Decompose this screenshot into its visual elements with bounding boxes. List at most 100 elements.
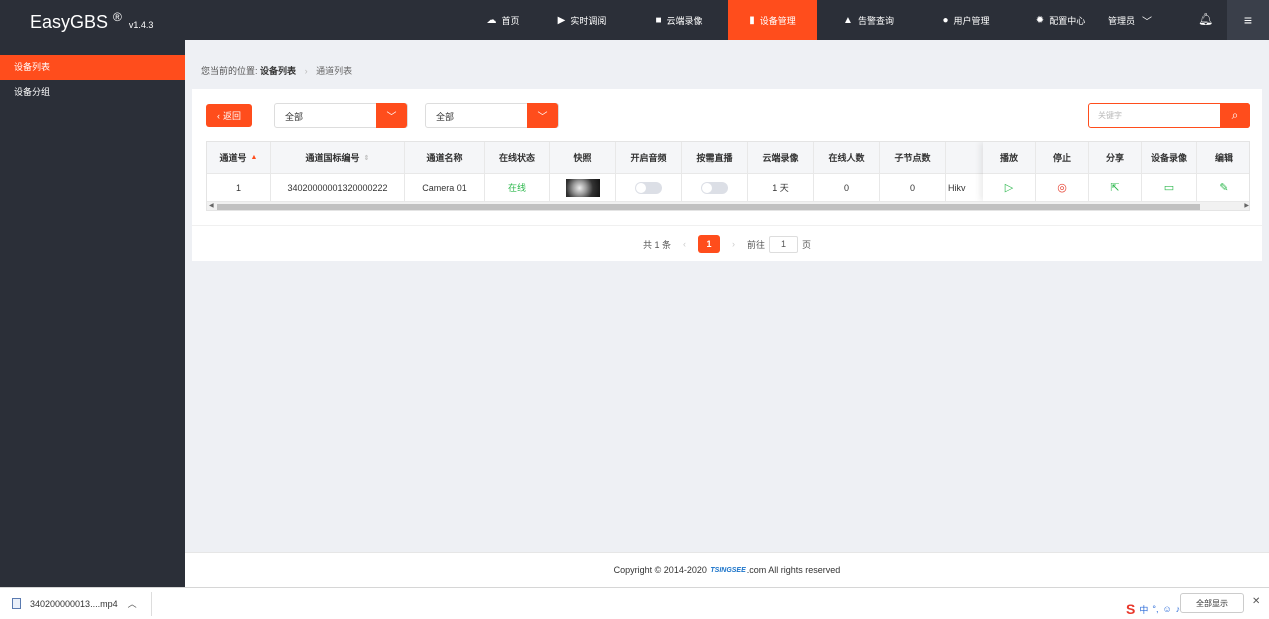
user-menu[interactable]: 管理员 ﹀ <box>1108 0 1152 40</box>
col-header-on-demand: 按需直播 <box>682 142 748 173</box>
nav-item-4[interactable]: ▲ 告警查询 <box>817 0 920 40</box>
breadcrumb-current[interactable]: 设备列表 <box>260 66 296 76</box>
nav-item-label: 配置中心 <box>1049 15 1086 26</box>
nav-item-0[interactable]: ☁ 首页 <box>472 0 534 40</box>
main-nav: ☁ 首页 ▶ 实时调阅 ■ 云端录像 ▮ 设备管理 ▲ 告警查询 ● 用户管理 ✹ 配置中心 <box>472 0 1109 40</box>
fixed-body-row: ▷ ◎ ⇱ ▭ ✎ <box>983 173 1249 201</box>
goto-page-input[interactable]: 1 <box>769 235 798 253</box>
chevron-down-icon[interactable]: ﹀ <box>527 103 558 128</box>
close-icon[interactable]: ✕ <box>1252 596 1260 607</box>
col-header-online-users: 在线人数 <box>814 142 880 173</box>
col-header-audio: 开启音频 <box>616 142 682 173</box>
footer-brand-logo[interactable]: TSINGSEE <box>710 567 745 574</box>
video-file-icon <box>12 598 21 609</box>
horizontal-scrollbar[interactable]: ◀ ▶ <box>207 201 1249 210</box>
video-record-icon[interactable]: ▭ <box>1164 181 1174 194</box>
col-header-cloud-record: 云端录像 <box>748 142 814 173</box>
nav-item-6[interactable]: ✹ 配置中心 <box>1012 0 1109 40</box>
sidebar-item-device-group[interactable]: 设备分组 <box>0 80 185 105</box>
emoji-icon[interactable]: ☺ <box>1162 604 1171 614</box>
top-header: EasyGBS ® v1.4.3 ☁ 首页 ▶ 实时调阅 ■ 云端录像 ▮ 设备管理 ▲ 告警查询… <box>0 0 1269 40</box>
search-input[interactable]: 关键字 ⌕ <box>1088 103 1250 128</box>
col-header-label: 通道号 <box>219 153 247 163</box>
col-header-channel-no[interactable]: 通道号 ▲ <box>207 142 271 173</box>
chevron-down-icon[interactable]: ﹀ <box>376 103 407 128</box>
cell-child-nodes: 0 <box>880 174 946 201</box>
cell-share: ⇱ <box>1089 174 1142 201</box>
video-camera-icon: ■ <box>655 14 662 26</box>
chevron-left-icon: ‹ <box>216 110 220 121</box>
nav-item-3[interactable]: ▮ 设备管理 <box>728 0 817 40</box>
app-name: EasyGBS <box>30 12 109 32</box>
punctuation-icon[interactable]: °, <box>1152 604 1158 614</box>
cell-status: 在线 <box>485 174 550 201</box>
cell-audio <box>616 174 682 201</box>
page-footer: Copyright © 2014-2020 TSINGSEE .com All r… <box>185 552 1269 587</box>
user-name: 管理员 <box>1108 15 1136 26</box>
ime-mode-label[interactable]: 中 <box>1139 603 1148 616</box>
cell-channel-no: 1 <box>207 174 271 201</box>
breadcrumb: 您当前的位置: 设备列表 › 通道列表 <box>201 64 352 77</box>
search-icon[interactable]: ⌕ <box>1220 103 1250 128</box>
pagination-total: 共 1 条 <box>642 239 671 250</box>
next-page-icon[interactable]: › <box>732 239 735 249</box>
nav-item-5[interactable]: ● 用户管理 <box>920 0 1012 40</box>
sort-icon[interactable]: ▲ <box>251 154 258 161</box>
nav-item-label: 云端录像 <box>666 15 703 26</box>
sort-icon[interactable]: ⇕ <box>364 154 370 162</box>
scroll-left-icon[interactable]: ◀ <box>209 202 214 209</box>
nav-item-label: 用户管理 <box>953 15 990 26</box>
fixed-action-columns: 播放 停止 分享 设备录像 编辑 ▷ ◎ ⇱ ▭ ✎ <box>983 142 1249 201</box>
download-item[interactable]: 340200000013....mp4 ︿ <box>12 597 137 610</box>
scroll-right-icon[interactable]: ▶ <box>1244 202 1249 209</box>
nav-item-2[interactable]: ■ 云端录像 <box>630 0 728 40</box>
nav-item-label: 告警查询 <box>857 15 894 26</box>
on-demand-toggle[interactable] <box>701 181 728 194</box>
breadcrumb-last: 通道列表 <box>316 66 353 76</box>
chevron-down-icon: ﹀ <box>1142 16 1153 28</box>
stop-icon[interactable]: ◎ <box>1057 181 1067 194</box>
nav-item-1[interactable]: ▶ 实时调阅 <box>534 0 630 40</box>
cell-on-demand <box>682 174 748 201</box>
filter-select-2[interactable]: 全部 ﹀ <box>425 103 559 128</box>
filter-select-1[interactable]: 全部 ﹀ <box>274 103 408 128</box>
edit-icon[interactable]: ✎ <box>1219 181 1228 194</box>
back-button[interactable]: ‹ 返回 <box>206 104 252 127</box>
hamburger-menu-icon[interactable]: ≡ <box>1227 0 1269 40</box>
app-logo[interactable]: EasyGBS ® v1.4.3 <box>30 10 153 33</box>
sidebar: 设备列表 设备分组 <box>0 40 185 587</box>
nav-item-label: 设备管理 <box>759 15 796 26</box>
channel-table: 通道号 ▲ 通道国标编号 ⇕ 通道名称 在线状态 快照 开启音频 按需直播 云端录像… <box>206 141 1250 211</box>
breadcrumb-separator-icon: › <box>304 66 308 76</box>
download-filename: 340200000013....mp4 <box>30 598 118 609</box>
bell-icon[interactable]: 🔔︎ <box>1198 12 1213 26</box>
page-number[interactable]: 1 <box>697 235 720 253</box>
goto-prefix: 前往 <box>746 239 765 250</box>
cell-gb-id: 34020000001320000222 <box>271 174 405 201</box>
prev-page-icon[interactable]: ‹ <box>683 239 686 249</box>
filter-select-2-value: 全部 <box>436 112 455 122</box>
col-header-child-nodes: 子节点数 <box>880 142 946 173</box>
col-header-gb-id[interactable]: 通道国标编号 ⇕ <box>271 142 405 173</box>
share-icon[interactable]: ⇱ <box>1110 181 1119 194</box>
divider <box>151 592 152 616</box>
search-placeholder: 关键字 <box>1098 111 1122 120</box>
footer-copyright: Copyright © 2014-2020 <box>613 565 707 575</box>
divider <box>192 225 1262 226</box>
sidebar-item-device-list[interactable]: 设备列表 <box>0 55 185 80</box>
back-button-label: 返回 <box>222 111 241 121</box>
col-header-share: 分享 <box>1089 142 1142 173</box>
chevron-up-icon[interactable]: ︿ <box>128 597 137 610</box>
sogou-ime-icon[interactable]: S <box>1126 601 1135 617</box>
play-icon[interactable]: ▷ <box>1005 181 1013 194</box>
show-all-downloads-button[interactable]: 全部显示 <box>1180 593 1244 613</box>
filter-select-1-value: 全部 <box>285 112 304 122</box>
dashboard-icon: ☁ <box>486 14 497 26</box>
audio-toggle[interactable] <box>635 181 662 194</box>
cell-name: Camera 01 <box>405 174 485 201</box>
nav-item-label: 首页 <box>501 15 520 26</box>
snapshot-thumbnail[interactable] <box>565 178 600 197</box>
scrollbar-thumb[interactable] <box>217 204 1200 210</box>
col-header-name: 通道名称 <box>405 142 485 173</box>
cell-snapshot[interactable] <box>550 174 616 201</box>
